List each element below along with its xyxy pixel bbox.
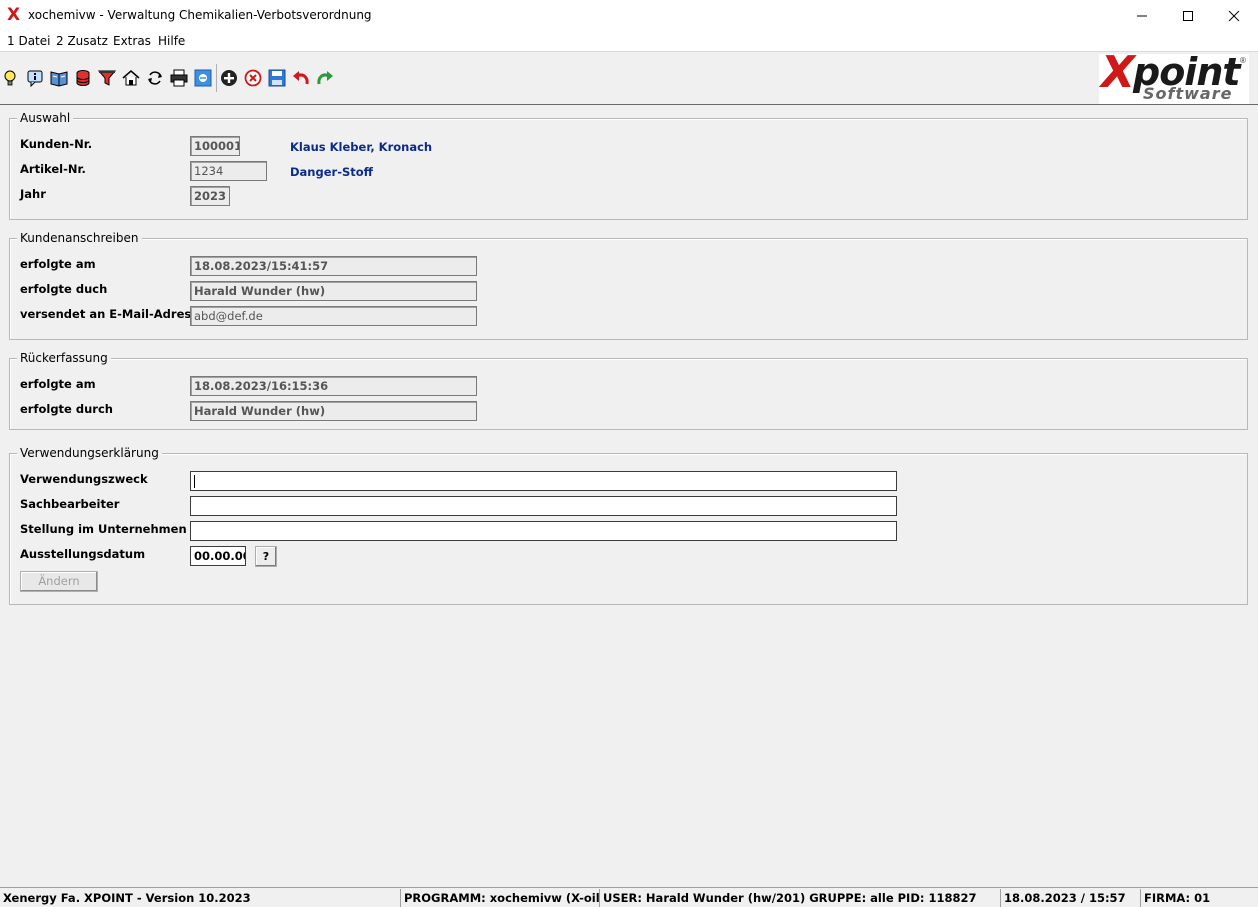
filter-icon — [98, 70, 116, 86]
xpoint-logo: X point Software ® — [1099, 48, 1249, 104]
status-datetime: 18.08.2023 / 15:57 — [1000, 889, 1140, 907]
book-icon — [50, 71, 68, 87]
delete-icon — [244, 69, 262, 87]
window-title: xochemivw - Verwaltung Chemikalien-Verbo… — [28, 8, 372, 22]
verwendungszweck-label: Verwendungszweck — [20, 472, 148, 486]
rueck-durch-field: Harald Wunder (hw) — [190, 401, 477, 421]
email-field: abd@def.de — [190, 306, 477, 326]
status-programm: PROGRAMM: xochemivw (X-oil) — [400, 889, 599, 907]
aendern-button[interactable]: Ändern — [20, 571, 98, 592]
menu-datei[interactable]: 1 Datei — [7, 34, 50, 48]
add-icon — [221, 70, 237, 86]
menu-zusatz[interactable]: 2 Zusatz — [56, 34, 108, 48]
email-label: versendet an E-Mail-Adresse — [20, 307, 206, 321]
remote-icon — [194, 69, 212, 87]
ausstellungsdatum-input[interactable]: 00.00.00 — [190, 546, 246, 566]
info-button[interactable] — [25, 68, 45, 88]
logo-x: X — [1101, 47, 1135, 98]
auswahl-group: Auswahl Kunden-Nr. 100001 Klaus Kleber, … — [9, 111, 1248, 220]
redo-icon — [317, 71, 333, 85]
auswahl-title: Auswahl — [17, 111, 74, 125]
add-button[interactable] — [219, 68, 239, 88]
undo-icon — [293, 71, 309, 85]
stellung-label: Stellung im Unternehmen — [20, 522, 187, 536]
status-version: Xenergy Fa. XPOINT - Version 10.2023 — [3, 891, 251, 905]
refresh-icon — [148, 71, 162, 85]
anschreiben-am-label: erfolgte am — [20, 257, 96, 271]
anschreiben-am-field: 18.08.2023/15:41:57 — [190, 256, 477, 276]
anschreiben-durch-label: erfolgte duch — [20, 282, 108, 296]
info-icon — [27, 70, 43, 87]
title-bar: X xochemivw - Verwaltung Chemikalien-Ver… — [0, 0, 1258, 31]
delete-button[interactable] — [243, 68, 263, 88]
book-button[interactable] — [49, 68, 69, 88]
toolbar-separator — [216, 64, 217, 92]
verwendung-group: Verwendungserklärung Verwendungszweck Sa… — [9, 446, 1248, 605]
rueckerfassung-title: Rückerfassung — [17, 351, 111, 365]
jahr-field[interactable]: 2023 — [190, 186, 230, 206]
status-user: USER: Harald Wunder (hw/201) GRUPPE: all… — [599, 889, 1000, 907]
sachbearbeiter-input[interactable] — [190, 496, 897, 516]
maximize-icon — [1183, 10, 1193, 21]
datum-help-button[interactable]: ? — [255, 546, 277, 567]
save-button[interactable] — [267, 68, 287, 88]
menu-extras[interactable]: Extras — [113, 34, 151, 48]
sachbearbeiter-label: Sachbearbeiter — [20, 497, 120, 511]
jahr-label: Jahr — [20, 187, 46, 201]
print-icon — [170, 69, 188, 87]
artikel-name: Danger-Stoff — [290, 165, 373, 179]
kunden-nr-field[interactable]: 100001 — [190, 136, 240, 156]
filter-button[interactable] — [97, 68, 117, 88]
print-button[interactable] — [169, 68, 189, 88]
verwendung-title: Verwendungserklärung — [17, 446, 162, 460]
kundenanschreiben-title: Kundenanschreiben — [17, 231, 142, 245]
redo-button[interactable] — [315, 68, 335, 88]
menu-hilfe[interactable]: Hilfe — [158, 34, 185, 48]
logo-registered: ® — [1240, 56, 1246, 65]
rueck-durch-label: erfolgte durch — [20, 402, 113, 416]
database-icon — [76, 70, 90, 86]
close-button[interactable] — [1211, 0, 1257, 31]
lightbulb-icon — [4, 70, 16, 86]
maximize-button[interactable] — [1165, 0, 1211, 31]
database-button[interactable] — [73, 68, 93, 88]
minimize-icon — [1137, 15, 1147, 16]
status-firma: FIRMA: 01 — [1140, 889, 1258, 907]
remote-button[interactable] — [193, 68, 213, 88]
stellung-input[interactable] — [190, 521, 897, 541]
status-bar: Xenergy Fa. XPOINT - Version 10.2023 PRO… — [0, 887, 1258, 907]
toolbar: X point Software ® — [0, 48, 1258, 105]
rueckerfassung-group: Rückerfassung erfolgte am 18.08.2023/16:… — [9, 351, 1248, 430]
verwendungszweck-input[interactable] — [190, 471, 897, 491]
undo-button[interactable] — [291, 68, 311, 88]
kundenanschreiben-group: Kundenanschreiben erfolgte am 18.08.2023… — [9, 231, 1248, 340]
rueck-am-label: erfolgte am — [20, 377, 96, 391]
anschreiben-durch-field: Harald Wunder (hw) — [190, 281, 477, 301]
artikel-nr-field[interactable]: 1234 — [190, 161, 267, 181]
rueck-am-field: 18.08.2023/16:15:36 — [190, 376, 477, 396]
home-button[interactable] — [121, 68, 141, 88]
menu-bar: 1 Datei 2 Zusatz Extras Hilfe — [0, 31, 1258, 51]
minimize-button[interactable] — [1119, 0, 1165, 31]
app-logo-icon: X — [7, 5, 21, 25]
save-icon — [268, 69, 286, 87]
ausstellungsdatum-label: Ausstellungsdatum — [20, 547, 146, 561]
kunden-nr-label: Kunden-Nr. — [20, 137, 93, 151]
logo-software: Software — [1143, 84, 1233, 103]
close-icon — [1228, 10, 1240, 21]
home-icon — [122, 70, 140, 86]
kunden-name: Klaus Kleber, Kronach — [290, 140, 433, 154]
lightbulb-button[interactable] — [0, 68, 20, 88]
artikel-nr-label: Artikel-Nr. — [20, 162, 86, 176]
refresh-button[interactable] — [145, 68, 165, 88]
